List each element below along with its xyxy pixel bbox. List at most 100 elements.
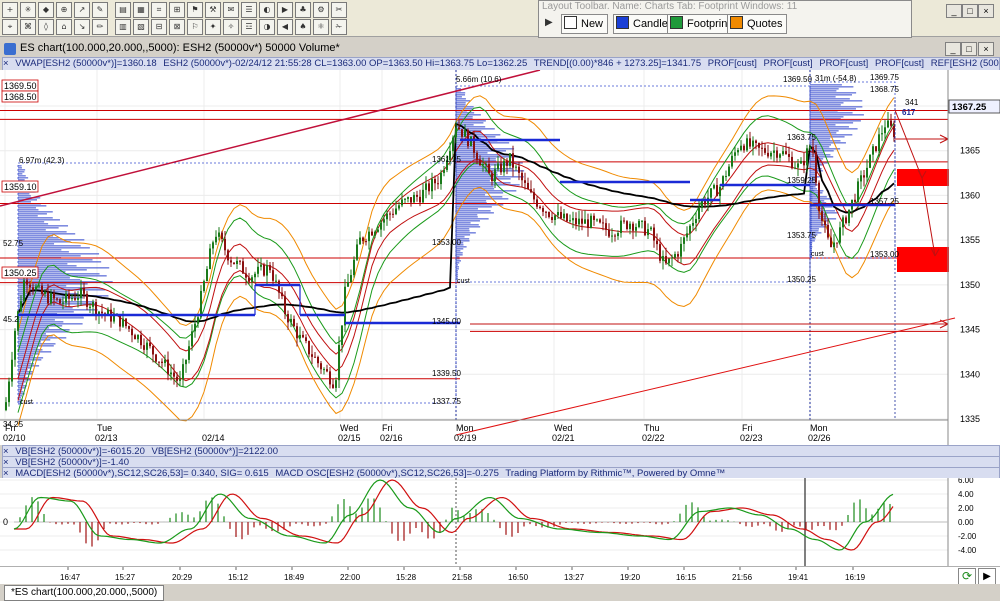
x-day-label: Thu [644,423,660,433]
candle-body [596,219,598,221]
app-close-button[interactable]: × [978,4,994,18]
support-zone [897,247,949,272]
toolbar-tool-icon[interactable]: ⌗ [151,2,167,18]
toolbar-tool-icon[interactable]: ⊞ [169,2,185,18]
toolbar-tool-icon[interactable]: ◀ [277,19,293,35]
toolbar-tool-icon[interactable]: ⚑ [187,2,203,18]
toolbar-tool-icon[interactable]: ↗ [74,2,90,18]
toolbar-tool-icon[interactable]: ⌖ [2,19,18,35]
candle-body [602,222,604,224]
range-label: 31m (-54.8) [815,74,857,83]
toolbar-tool-icon[interactable]: ☰ [241,2,257,18]
study-prof-1[interactable]: PROF[cust] [708,58,757,69]
toolbar-tool-icon[interactable]: ⊕ [56,2,72,18]
toolbar-tool-icon[interactable]: ✳ [20,2,36,18]
study-prof-4[interactable]: PROF[cust] [875,58,924,69]
study-prof-2[interactable]: PROF[cust] [764,58,813,69]
toolbar-tool-icon[interactable]: ◆ [38,2,54,18]
toolbar-tool-icon[interactable]: ✉ [223,2,239,18]
volume-profile-bar [810,186,816,188]
toolbar-tool-icon[interactable]: ◐ [259,2,275,18]
candle-body [620,220,622,234]
candle-tab-button[interactable]: Candle [613,14,673,34]
level-label: 1359.10 [4,182,37,192]
toolbar-tool-icon[interactable]: ✎ [92,2,108,18]
volume-profile-bar [456,192,504,194]
candle-body [356,244,358,260]
footprint-tab-button[interactable]: Footprint [667,14,736,34]
candle-body [173,372,175,377]
app-minimize-button[interactable]: _ [946,4,962,18]
candle-label: Candle [633,18,668,30]
toolbar-tool-icon[interactable]: ⚐ [187,19,203,35]
macd-chart[interactable]: 6.00 4.00 2.00 0.00 -2.00 -4.00 0 [0,476,1000,566]
toolbar-tool-icon[interactable]: ✧ [223,19,239,35]
volume-profile-bar [810,86,854,88]
time-label: 22:00 [340,573,361,582]
quotes-tab-button[interactable]: Quotes [727,14,788,34]
time-label: 15:27 [115,573,136,582]
candle-body [269,265,271,271]
candle-body [260,264,262,267]
candle-body [410,197,412,203]
study-ohlc[interactable]: ESH2 (50000v*)-02/24/12 21:55:28 CL=1363… [163,58,527,69]
toolbar-tool-icon[interactable]: ☲ [241,19,257,35]
toolbar-tool-icon[interactable]: ⚒ [205,2,221,18]
toolbar-tool-icon[interactable]: + [2,2,18,18]
study-prof-3[interactable]: PROF[cust] [819,58,868,69]
toolbar-tool-icon[interactable]: ⌘ [20,19,36,35]
toolbar-tool-icon[interactable]: ⚙ [313,2,329,18]
study-vwap[interactable]: VWAP[ESH2 (50000v*)]=1360.18 [15,58,156,69]
price-label: 1353.00 [432,238,461,247]
toolbar-tool-icon[interactable]: ▶ [277,2,293,18]
candle-body [368,231,370,242]
candle-body [854,199,856,202]
toolbar-tool-icon[interactable]: ♠ [295,19,311,35]
window-minimize-button[interactable]: _ [945,42,961,56]
time-label: 20:29 [172,573,193,582]
toolbar-tool-icon[interactable]: ✂ [331,2,347,18]
toolbar-tool-icon[interactable]: ✁ [331,19,347,35]
toolbar-tool-icon[interactable]: ⊠ [169,19,185,35]
play-icon[interactable]: ▶ [545,17,553,28]
candle-body [296,326,298,339]
study-trend[interactable]: TREND[(0.00)*846 + 1273.25]=1341.75 [534,58,701,69]
toolbar-tool-icon[interactable]: ⚛ [313,19,329,35]
new-layout-button[interactable]: New [561,14,609,34]
toolbar-tool-icon[interactable]: ♣ [295,2,311,18]
candle-body [128,326,130,329]
window-close-button[interactable]: × [978,42,994,56]
candle-body [167,359,169,375]
app-maximize-button[interactable]: □ [962,4,978,18]
chart-window-tab[interactable]: *ES chart(100.000,20.000,,5000) [4,585,165,601]
y-tick-label: 1340 [960,369,980,379]
toolbar-tool-icon[interactable]: ✏ [92,19,108,35]
cust-label: cust [20,399,33,406]
candle-body [395,208,397,215]
candle-body [734,152,736,156]
study-close-icon[interactable]: × [3,58,9,69]
toolbar-tool-icon[interactable]: ↘ [74,19,90,35]
study-ref[interactable]: REF[ESH2 (50000v*)] [931,58,999,69]
toolbar-tool-icon[interactable]: ▤ [115,2,131,18]
scroll-right-icon[interactable]: ▶ [978,568,996,585]
toolbar-tool-icon[interactable]: ✦ [205,19,221,35]
toolbar-tool-icon[interactable]: ▥ [115,19,131,35]
toolbar-tool-icon[interactable]: ◑ [259,19,275,35]
toolbar-tool-icon[interactable]: ◊ [38,19,54,35]
price-chart[interactable]: 1369.50 1368.50 1359.10 52.75 1350.25 45… [0,69,1000,445]
refresh-icon[interactable]: ⟳ [958,568,976,585]
toolbar-tool-icon[interactable]: ⊟ [151,19,167,35]
toolbar-tool-icon[interactable]: ▧ [133,19,149,35]
window-restore-button[interactable]: □ [961,42,977,56]
candle-body [638,220,640,227]
candle-body [38,285,40,287]
volume-profile-bar [456,186,494,188]
candle-body [842,217,844,228]
toolbar-tool-icon[interactable]: ▦ [133,2,149,18]
volume-profile-bar [18,345,54,347]
volume-profile-bar [18,323,83,325]
toolbar-tool-icon[interactable]: ⌂ [56,19,72,35]
candle-body [380,222,382,230]
candle-body [719,186,721,197]
